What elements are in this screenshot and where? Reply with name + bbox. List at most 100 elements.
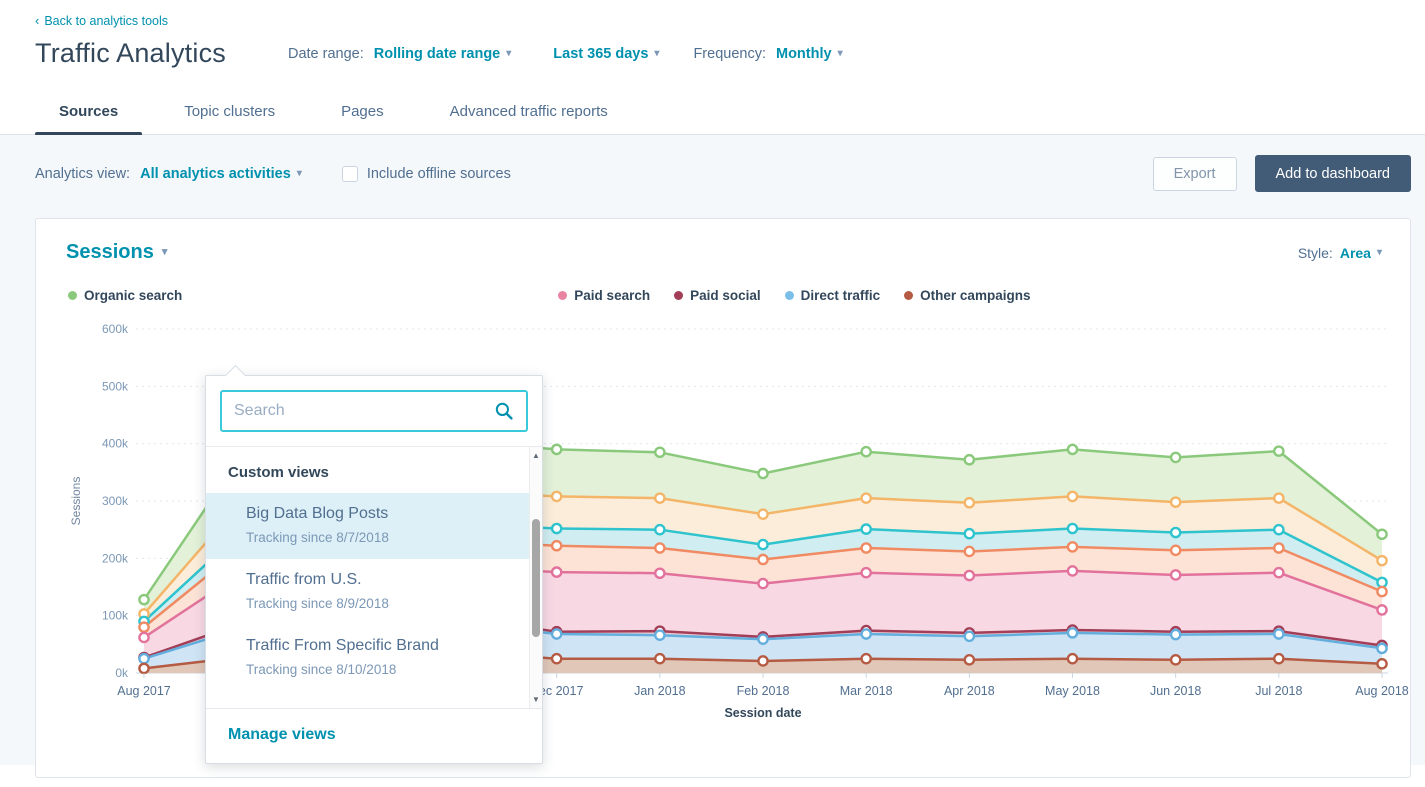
data-point[interactable] [552,445,561,454]
data-point[interactable] [1377,578,1386,587]
data-point[interactable] [1377,605,1386,614]
chart-style-dropdown[interactable]: Area ▾ [1340,245,1382,261]
data-point[interactable] [1377,644,1386,653]
data-point[interactable] [758,635,767,644]
metric-dropdown[interactable]: Sessions ▾ [66,241,167,264]
export-button[interactable]: Export [1153,157,1237,191]
data-point[interactable] [1274,525,1283,534]
back-to-analytics-link[interactable]: ‹ Back to analytics tools [35,14,168,28]
data-point[interactable] [862,629,871,638]
data-point[interactable] [965,632,974,641]
data-point[interactable] [758,656,767,665]
add-to-dashboard-button[interactable]: Add to dashboard [1255,155,1411,192]
view-list-item-traffic-from-u-s-[interactable]: Traffic from U.S.Tracking since 8/9/2018 [206,559,532,625]
data-point[interactable] [1171,453,1180,462]
data-point[interactable] [1171,528,1180,537]
data-point[interactable] [965,455,974,464]
data-point[interactable] [1068,524,1077,533]
data-point[interactable] [1068,654,1077,663]
data-point[interactable] [1274,654,1283,663]
data-point[interactable] [965,571,974,580]
data-point[interactable] [1068,542,1077,551]
view-list-item-traffic-from-specific-brand[interactable]: Traffic From Specific BrandTracking sinc… [206,625,532,691]
data-point[interactable] [1171,546,1180,555]
data-point[interactable] [1068,628,1077,637]
manage-views-link[interactable]: Manage views [228,726,336,743]
data-point[interactable] [965,529,974,538]
date-range-type-dropdown[interactable]: Rolling date range ▾ [374,46,512,62]
data-point[interactable] [862,654,871,663]
data-point[interactable] [552,524,561,533]
data-point[interactable] [758,555,767,564]
scrollbar-thumb[interactable] [532,519,540,637]
data-point[interactable] [862,447,871,456]
frequency-value: Monthly [776,46,832,62]
frequency-dropdown[interactable]: Monthly ▾ [776,46,843,62]
data-point[interactable] [862,524,871,533]
scrollbar-up-button[interactable]: ▲ [530,449,542,463]
data-point[interactable] [655,494,664,503]
data-point[interactable] [655,631,664,640]
analytics-view-dropdown[interactable]: All analytics activities ▾ [140,166,302,182]
data-point[interactable] [862,543,871,552]
data-point[interactable] [1068,445,1077,454]
data-point[interactable] [139,654,148,663]
include-offline-checkbox[interactable] [342,166,358,182]
data-point[interactable] [655,654,664,663]
data-point[interactable] [552,541,561,550]
legend-item-paid-search[interactable]: Paid search [558,288,650,303]
data-point[interactable] [758,579,767,588]
data-point[interactable] [1171,498,1180,507]
data-point[interactable] [965,655,974,664]
data-point[interactable] [1377,530,1386,539]
data-point[interactable] [1274,494,1283,503]
legend-item-organic-search[interactable]: Organic search [68,288,182,303]
data-point[interactable] [552,567,561,576]
data-point[interactable] [1171,655,1180,664]
data-point[interactable] [655,525,664,534]
data-point[interactable] [965,498,974,507]
data-point[interactable] [1274,543,1283,552]
data-point[interactable] [139,633,148,642]
data-point[interactable] [552,492,561,501]
scrollbar-down-button[interactable]: ▼ [530,693,542,707]
data-point[interactable] [1068,566,1077,575]
tab-advanced-traffic-reports[interactable]: Advanced traffic reports [426,103,632,134]
data-point[interactable] [552,629,561,638]
data-point[interactable] [1274,447,1283,456]
y-tick-label: 400k [102,437,129,451]
data-point[interactable] [862,568,871,577]
tab-pages[interactable]: Pages [317,103,408,134]
data-point[interactable] [552,654,561,663]
data-point[interactable] [758,540,767,549]
data-point[interactable] [1377,556,1386,565]
tab-sources[interactable]: Sources [35,103,142,134]
data-point[interactable] [139,623,148,632]
data-point[interactable] [758,510,767,519]
data-point[interactable] [758,469,767,478]
data-point[interactable] [1274,629,1283,638]
data-point[interactable] [1377,659,1386,668]
chevron-down-icon: ▾ [654,49,659,59]
legend-item-paid-social[interactable]: Paid social [674,288,761,303]
tab-topic-clusters[interactable]: Topic clusters [160,103,299,134]
legend-item-direct-traffic[interactable]: Direct traffic [785,288,881,303]
view-list-item-big-data-blog-posts[interactable]: Big Data Blog PostsTracking since 8/7/20… [206,493,532,559]
data-point[interactable] [139,595,148,604]
legend-item-other-campaigns[interactable]: Other campaigns [904,288,1030,303]
data-point[interactable] [655,543,664,552]
data-point[interactable] [862,494,871,503]
date-range-period-dropdown[interactable]: Last 365 days ▾ [553,46,659,62]
data-point[interactable] [1171,630,1180,639]
data-point[interactable] [1171,570,1180,579]
data-point[interactable] [655,448,664,457]
x-tick-label: Jan 2018 [634,684,685,698]
data-point[interactable] [1377,587,1386,596]
data-point[interactable] [139,664,148,673]
data-point[interactable] [1274,568,1283,577]
data-point[interactable] [655,569,664,578]
chevron-down-icon: ▾ [838,49,843,59]
data-point[interactable] [1068,492,1077,501]
view-search-input[interactable] [234,402,494,420]
data-point[interactable] [965,547,974,556]
